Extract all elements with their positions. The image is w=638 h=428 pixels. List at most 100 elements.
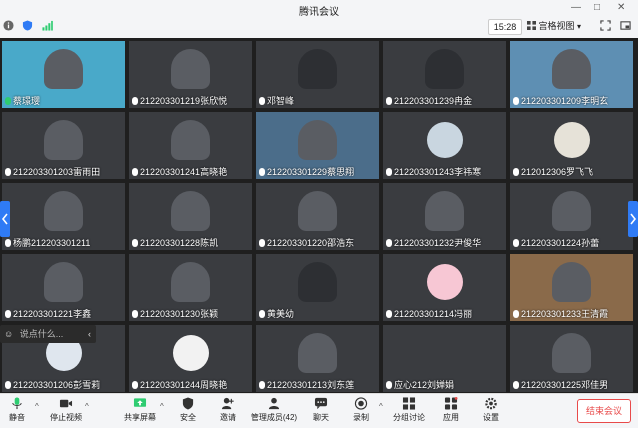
video-tile[interactable]: 212203301214冯丽 [383, 254, 506, 321]
video-tile[interactable]: 212203301221李鑫 [2, 254, 125, 321]
video-tile[interactable]: 黄美幼 [256, 254, 379, 321]
record-icon [354, 397, 368, 410]
chevron-left-icon[interactable]: ‹ [88, 325, 91, 343]
mute-button[interactable]: 静音 [0, 397, 37, 423]
chevron-up-icon[interactable]: ^ [85, 402, 89, 411]
mic-muted-icon [513, 168, 519, 176]
video-tile[interactable]: 212203301239冉金 [383, 41, 506, 108]
video-tile[interactable]: 应心212刘婵娟 [383, 325, 506, 392]
gear-icon [485, 397, 497, 410]
video-tile[interactable]: 212203301203雷雨田 [2, 112, 125, 179]
mic-muted-icon [513, 310, 519, 318]
video-camera-icon [59, 399, 73, 408]
video-tile[interactable]: 212203301219张欣悦 [129, 41, 252, 108]
mic-muted-icon [386, 381, 392, 389]
stop-video-button[interactable]: 停止视频 [46, 397, 86, 423]
mic-on-icon [5, 97, 11, 105]
chevron-up-icon[interactable]: ^ [160, 402, 164, 411]
signal-icon[interactable] [42, 20, 53, 31]
members-icon [268, 397, 280, 410]
gallery-view-selector[interactable]: 宫格视图 ▾ [527, 19, 593, 33]
video-tile[interactable]: 212203301209李明玄 [510, 41, 633, 108]
chat-placeholder: 说点什么... [19, 329, 64, 339]
meeting-timer: 15:28 [488, 19, 522, 35]
video-tile[interactable]: 212203301225邓佳男 [510, 325, 633, 392]
grid-icon [527, 21, 536, 30]
info-icon[interactable] [3, 20, 14, 31]
previous-page-button[interactable] [0, 201, 10, 237]
video-tile[interactable]: 212203301243李祎寒 [383, 112, 506, 179]
mic-muted-icon [132, 97, 138, 105]
mic-muted-icon [132, 168, 138, 176]
video-tile[interactable]: 212203301213刘东莲 [256, 325, 379, 392]
video-tile[interactable]: 邓智峰 [256, 41, 379, 108]
next-page-button[interactable] [628, 201, 638, 237]
maximize-button[interactable]: □ [594, 2, 600, 13]
video-tile[interactable]: 杨鹏212203301211 [2, 183, 125, 250]
end-meeting-button[interactable]: 结束会议 [577, 399, 631, 423]
video-tile[interactable]: 蔡璟璎 [2, 41, 125, 108]
video-tile[interactable]: 212203301220邵浩东 [256, 183, 379, 250]
mic-muted-icon [5, 381, 11, 389]
video-tile[interactable]: 212203301228陈凯 [129, 183, 252, 250]
manage-members-button[interactable]: 管理成员(42) [250, 397, 298, 423]
security-button[interactable]: 安全 [168, 397, 208, 423]
settings-button[interactable]: 设置 [471, 397, 511, 423]
mic-muted-icon [5, 310, 11, 318]
avatar [427, 264, 463, 300]
mic-muted-icon [513, 381, 519, 389]
quick-chat-input[interactable]: ☺ 说点什么... ‹ [0, 325, 96, 343]
video-tile[interactable]: 212203301244周晓艳 [129, 325, 252, 392]
mic-muted-icon [132, 310, 138, 318]
mic-muted-icon [386, 310, 392, 318]
mic-muted-icon [513, 97, 519, 105]
breakout-rooms-button[interactable]: 分组讨论 [389, 397, 429, 423]
video-tile[interactable]: 212012306罗飞飞 [510, 112, 633, 179]
avatar [554, 122, 590, 158]
view-label: 宫格视图 [538, 21, 575, 31]
fullscreen-icon[interactable] [600, 20, 611, 31]
video-tile[interactable]: 212203301232尹俊华 [383, 183, 506, 250]
close-button[interactable]: ✕ [617, 2, 625, 13]
invite-button[interactable]: 邀请 [208, 397, 248, 423]
pip-icon[interactable] [620, 20, 631, 31]
minimize-button[interactable]: — [571, 2, 581, 13]
mic-muted-icon [132, 239, 138, 247]
chevron-right-icon [630, 213, 637, 225]
video-tile[interactable]: 212203301230张颖 [129, 254, 252, 321]
chevron-left-icon [1, 213, 8, 225]
meeting-toolbar: 静音 ^ 停止视频 ^ 共享屏幕 ^ 安全 邀请 管理成员(42) 聊天 录制 … [0, 393, 638, 428]
mic-muted-icon [5, 168, 11, 176]
share-screen-button[interactable]: 共享屏幕 [120, 397, 160, 423]
record-button[interactable]: 录制 [341, 397, 381, 423]
chevron-up-icon[interactable]: ^ [379, 402, 383, 411]
shield-icon [182, 397, 194, 410]
avatar [427, 122, 463, 158]
chat-button[interactable]: 聊天 [301, 397, 341, 423]
avatar [173, 335, 209, 371]
share-screen-icon [133, 398, 147, 407]
video-tile[interactable]: 212203301233王清霞 [510, 254, 633, 321]
emoji-icon[interactable]: ☺ [4, 329, 13, 339]
mic-muted-icon [386, 168, 392, 176]
window-title: 腾讯会议 [299, 7, 339, 18]
add-user-icon [221, 397, 234, 410]
chevron-up-icon[interactable]: ^ [35, 402, 39, 411]
mic-muted-icon [259, 97, 265, 105]
mic-muted-icon [259, 381, 265, 389]
video-tile[interactable]: 212203301224孙蕾 [510, 183, 633, 250]
mic-muted-icon [259, 239, 265, 247]
video-tile[interactable]: 212203301241高晓艳 [129, 112, 252, 179]
mic-muted-icon [259, 310, 265, 318]
chevron-down-icon: ▾ [577, 22, 582, 31]
mic-muted-icon [386, 97, 392, 105]
shield-icon[interactable] [22, 20, 33, 31]
title-bar: 腾讯会议 — □ ✕ 15:28 宫格视图 ▾ [0, 0, 638, 38]
mic-muted-icon [5, 239, 11, 247]
video-tile[interactable]: 212203301229蔡思翔 [256, 112, 379, 179]
apps-button[interactable]: 应用 [431, 397, 471, 423]
mic-muted-icon [132, 381, 138, 389]
mic-muted-icon [259, 168, 265, 176]
microphone-icon [12, 397, 22, 410]
video-grid: 蔡璟璎 212203301219张欣悦 邓智峰 212203301239冉金 2… [0, 38, 638, 393]
